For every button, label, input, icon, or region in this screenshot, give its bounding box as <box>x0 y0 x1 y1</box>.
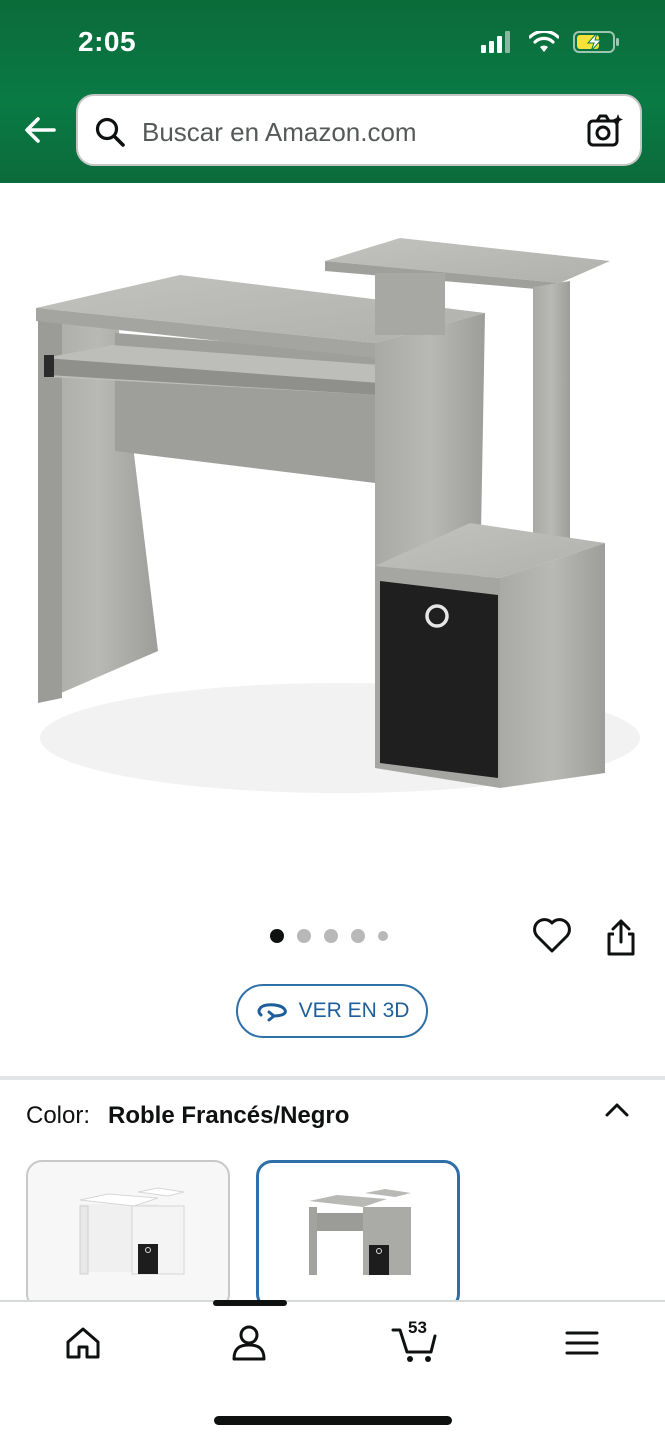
wifi-icon <box>529 31 559 52</box>
home-indicator <box>214 1416 452 1425</box>
white-desk-thumbnail <box>79 1187 185 1275</box>
battery-charging-icon <box>573 31 619 53</box>
app-header: 2:05 <box>0 0 665 183</box>
search-bar[interactable] <box>76 94 642 166</box>
home-icon <box>66 1327 100 1359</box>
share-icon[interactable] <box>604 918 638 958</box>
tab-account[interactable] <box>224 1320 274 1366</box>
rotate-3d-icon <box>257 1003 287 1022</box>
back-arrow-icon[interactable] <box>18 108 62 152</box>
search-input[interactable] <box>140 110 574 154</box>
color-variation-row: Color: Roble Francés/Negro <box>26 1102 349 1130</box>
swatch-french-oak-variant[interactable] <box>256 1160 460 1310</box>
tab-menu[interactable] <box>557 1320 607 1366</box>
tab-home[interactable] <box>58 1320 108 1366</box>
active-tab-indicator <box>213 1300 287 1306</box>
color-value: Roble Francés/Negro <box>108 1102 350 1129</box>
view-in-3d-button[interactable]: VER EN 3D <box>236 984 428 1038</box>
carousel-dot-active[interactable] <box>270 929 284 943</box>
person-icon <box>232 1325 266 1361</box>
carousel-dot[interactable] <box>324 929 338 943</box>
color-label: Color: <box>26 1102 91 1129</box>
carousel-dot[interactable] <box>378 931 388 941</box>
image-carousel-dots[interactable] <box>270 929 388 943</box>
section-divider <box>0 1076 665 1080</box>
carousel-dot[interactable] <box>351 929 365 943</box>
status-icons <box>481 30 621 54</box>
hamburger-menu-icon <box>565 1331 599 1355</box>
carousel-dot[interactable] <box>297 929 311 943</box>
product-image[interactable] <box>0 183 665 913</box>
swatch-white-variant[interactable] <box>26 1160 230 1310</box>
chevron-up-icon[interactable] <box>602 1098 632 1122</box>
heart-icon[interactable] <box>532 916 572 954</box>
search-icon <box>95 117 125 147</box>
cellular-signal-icon <box>481 31 510 53</box>
status-time: 2:05 <box>78 26 137 57</box>
oak-desk-thumbnail <box>309 1189 411 1275</box>
view-in-3d-label: VER EN 3D <box>298 999 410 1022</box>
camera-search-icon[interactable] <box>586 112 624 150</box>
cart-count-badge: 53 <box>408 1318 427 1337</box>
